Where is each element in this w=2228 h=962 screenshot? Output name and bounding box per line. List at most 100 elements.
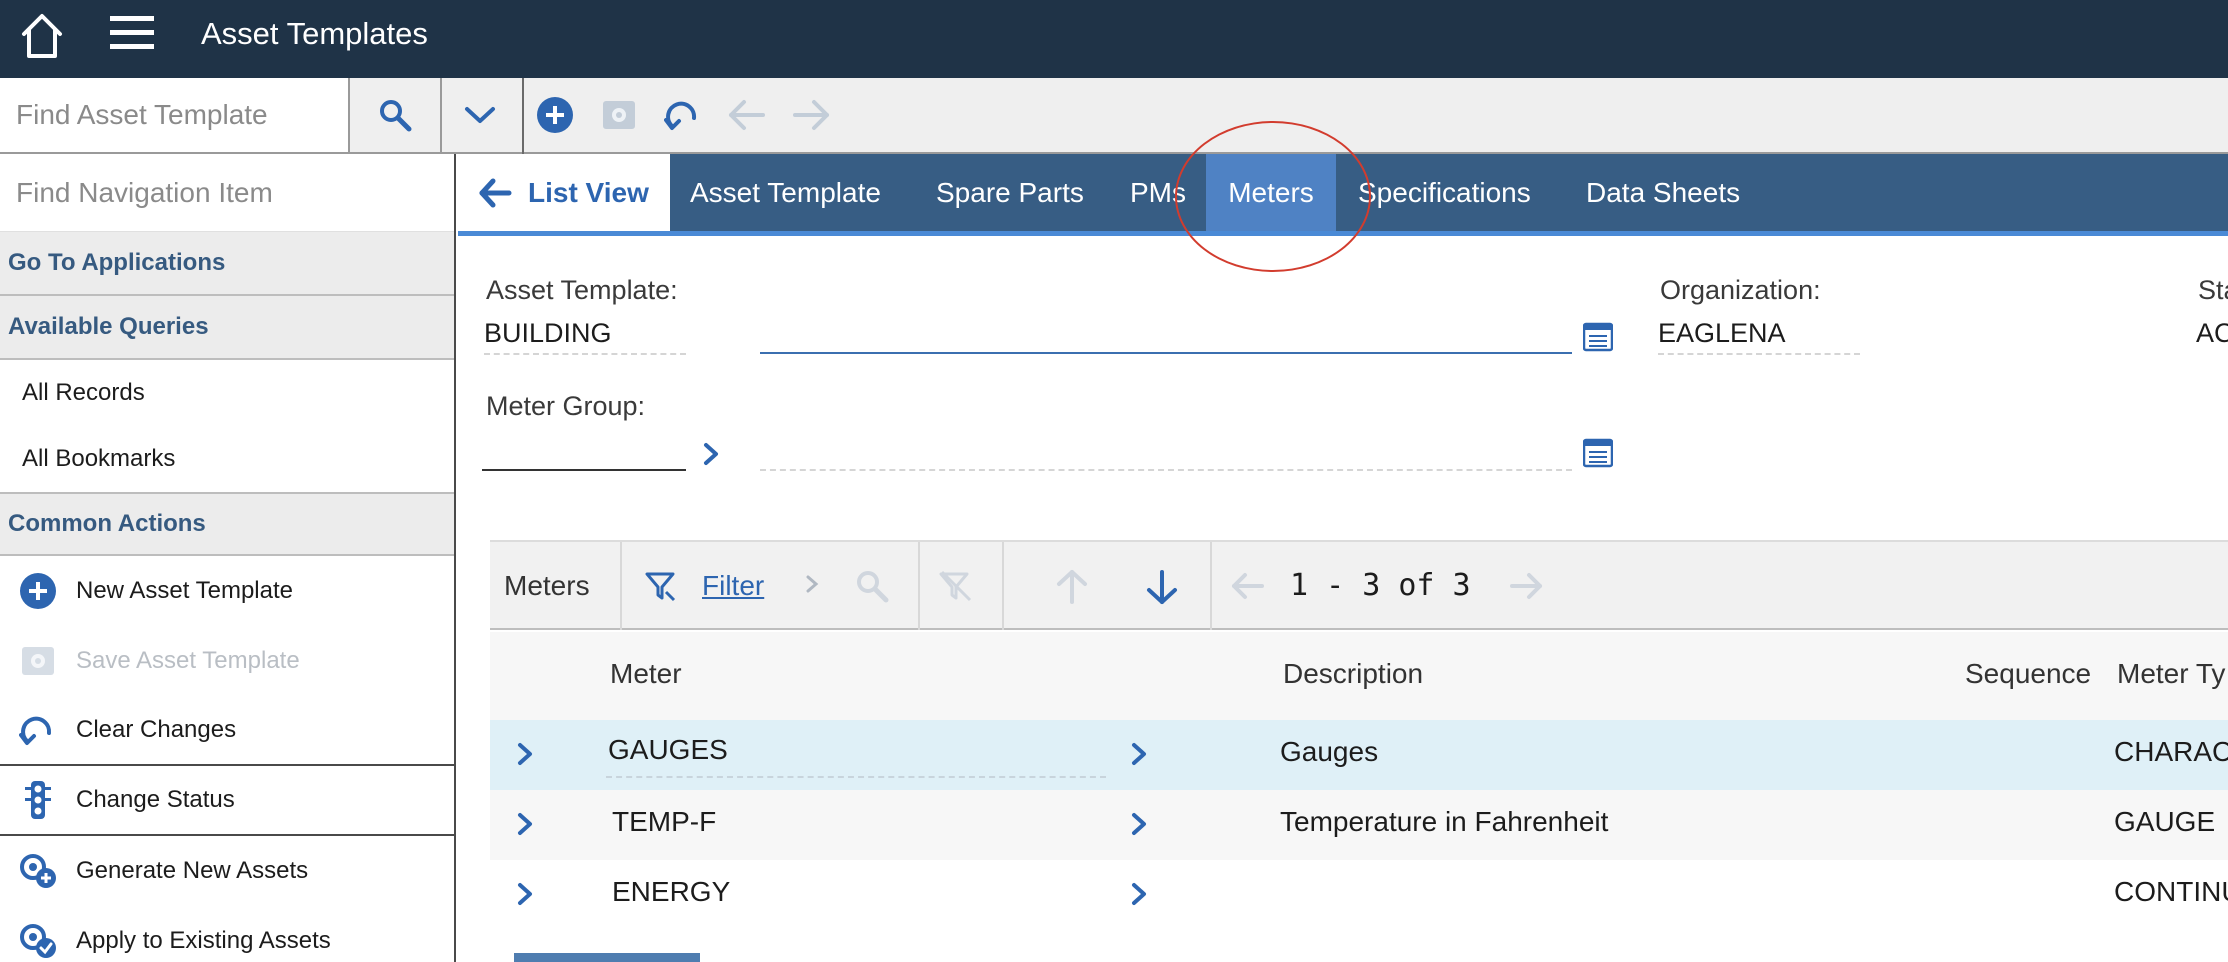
expand-row-icon[interactable] — [514, 810, 536, 838]
long-description-icon[interactable] — [1583, 322, 1613, 352]
arrow-right-icon[interactable] — [1508, 570, 1544, 602]
asset-template-value: BUILDING — [484, 315, 686, 355]
home-icon[interactable] — [18, 10, 66, 62]
find-navigation-input[interactable] — [0, 154, 454, 231]
save-button[interactable] — [598, 78, 640, 152]
new-asset-template-action[interactable]: New Asset Template — [0, 556, 454, 626]
arrow-left-icon — [479, 178, 512, 207]
query-all-bookmarks[interactable]: All Bookmarks — [0, 426, 454, 492]
undo-icon — [664, 101, 697, 130]
find-navigation-box — [0, 154, 454, 232]
meter-cell[interactable]: GAUGES — [608, 734, 1600, 766]
long-description-icon[interactable] — [1583, 438, 1613, 468]
clear-changes-action[interactable]: Clear Changes — [0, 696, 454, 766]
meter-field-underline — [606, 776, 1106, 778]
tab-spare-parts[interactable]: Spare Parts — [936, 154, 1084, 231]
tab-list-view-label: List View — [528, 176, 649, 208]
chevron-right-icon[interactable] — [804, 574, 820, 594]
query-all-records[interactable]: All Records — [0, 360, 454, 426]
search-icon — [380, 100, 412, 132]
meter-group-description-field[interactable] — [760, 469, 1572, 471]
arrow-left-icon[interactable] — [1230, 570, 1266, 602]
next-record-button[interactable] — [790, 78, 832, 152]
queries-dropdown-button[interactable] — [442, 78, 518, 152]
previous-record-button[interactable] — [726, 78, 768, 152]
toolbar-divider — [620, 542, 622, 630]
table-row[interactable]: GAUGES Gauges CHARACT — [490, 720, 2228, 790]
meter-cell[interactable]: ENERGY — [612, 876, 730, 908]
chevron-right-icon[interactable] — [1128, 740, 1150, 768]
tab-data-sheets[interactable]: Data Sheets — [1586, 154, 1740, 231]
action-label: Change Status — [76, 786, 235, 813]
app-title: Asset Templates — [201, 16, 428, 51]
arrow-up-icon[interactable] — [1054, 568, 1090, 606]
find-asset-template-box — [0, 78, 348, 152]
clear-filter-icon[interactable] — [938, 570, 974, 604]
generate-new-assets-action[interactable]: Generate New Assets — [0, 836, 454, 906]
description-cell: Temperature in Fahrenheit — [1280, 806, 1609, 837]
go-to-applications-section[interactable]: Go To Applications — [0, 232, 454, 296]
action-label: Clear Changes — [76, 716, 237, 743]
add-icon — [537, 97, 573, 133]
status-label: Sta — [2198, 275, 2228, 305]
toolbar-divider — [522, 78, 524, 154]
find-asset-template-input[interactable] — [0, 78, 348, 152]
save-icon — [0, 643, 76, 679]
meters-table-header: Meter Description Sequence Meter Ty — [490, 632, 2228, 720]
organization-value: EAGLENA — [1658, 315, 1860, 355]
new-record-button[interactable] — [534, 78, 576, 152]
change-status-action[interactable]: Change Status — [0, 766, 454, 836]
table-row[interactable]: TEMP-F Temperature in Fahrenheit GAUGE — [490, 790, 2228, 860]
add-icon — [0, 572, 76, 610]
description-cell: Gauges — [1280, 736, 1379, 767]
undo-icon — [0, 711, 76, 749]
action-label: Generate New Assets — [76, 857, 309, 884]
traffic-light-icon — [0, 780, 76, 820]
save-icon — [603, 101, 635, 129]
table-row[interactable]: ENERGY CONTINU — [490, 860, 2228, 930]
meter-type-cell: CONTINU — [2114, 876, 2228, 907]
toolbar-divider — [1210, 542, 1212, 630]
toolbar-divider — [1002, 542, 1004, 630]
available-queries-section[interactable]: Available Queries — [0, 296, 454, 360]
search-icon[interactable] — [854, 568, 890, 604]
tab-list-view[interactable]: List View — [458, 154, 670, 231]
status-value: AC — [2196, 318, 2228, 348]
column-header-sequence[interactable]: Sequence — [1965, 658, 2091, 690]
organization-label: Organization: — [1660, 275, 1821, 305]
save-asset-template-action[interactable]: Save Asset Template — [0, 626, 454, 696]
chevron-right-icon[interactable] — [1128, 810, 1150, 838]
arrow-right-icon — [793, 100, 829, 130]
column-header-meter[interactable]: Meter — [610, 658, 682, 690]
column-header-description[interactable]: Description — [1283, 658, 1423, 690]
chevron-right-icon[interactable] — [700, 441, 722, 467]
search-button[interactable] — [350, 78, 440, 152]
filter-icon[interactable] — [644, 570, 676, 602]
expand-row-icon[interactable] — [514, 740, 536, 768]
arrow-down-icon[interactable] — [1144, 568, 1180, 606]
pagination-text: 1 - 3 of 3 — [1290, 568, 1471, 603]
meters-table-toolbar: Meters Filter 1 - 3 of 3 — [490, 540, 2228, 630]
tab-specifications[interactable]: Specifications — [1358, 154, 1531, 231]
asset-template-description-field[interactable] — [760, 352, 1572, 354]
tab-asset-template[interactable]: Asset Template — [690, 154, 881, 231]
meter-cell[interactable]: TEMP-F — [612, 806, 716, 838]
highlight-circle — [1175, 121, 1371, 272]
arrow-left-icon — [729, 100, 765, 130]
chevron-right-icon[interactable] — [1128, 880, 1150, 908]
action-label: Save Asset Template — [76, 647, 300, 674]
hamburger-menu-icon[interactable] — [108, 12, 156, 52]
side-navigation: Go To Applications Available Queries All… — [0, 154, 456, 962]
meter-group-field[interactable] — [482, 469, 686, 471]
filter-link[interactable]: Filter — [702, 570, 764, 602]
action-label: Apply to Existing Assets — [76, 927, 331, 954]
action-label: New Asset Template — [76, 577, 293, 604]
apply-to-existing-assets-action[interactable]: Apply to Existing Assets — [0, 906, 454, 962]
top-bar: Asset Templates — [0, 0, 2228, 78]
column-header-meter-type[interactable]: Meter Ty — [2117, 658, 2225, 690]
expand-row-icon[interactable] — [514, 880, 536, 908]
common-actions-section[interactable]: Common Actions — [0, 492, 454, 556]
meter-group-label: Meter Group: — [486, 391, 646, 421]
clear-changes-button[interactable] — [662, 78, 704, 152]
table-scrollbar[interactable] — [514, 953, 700, 962]
